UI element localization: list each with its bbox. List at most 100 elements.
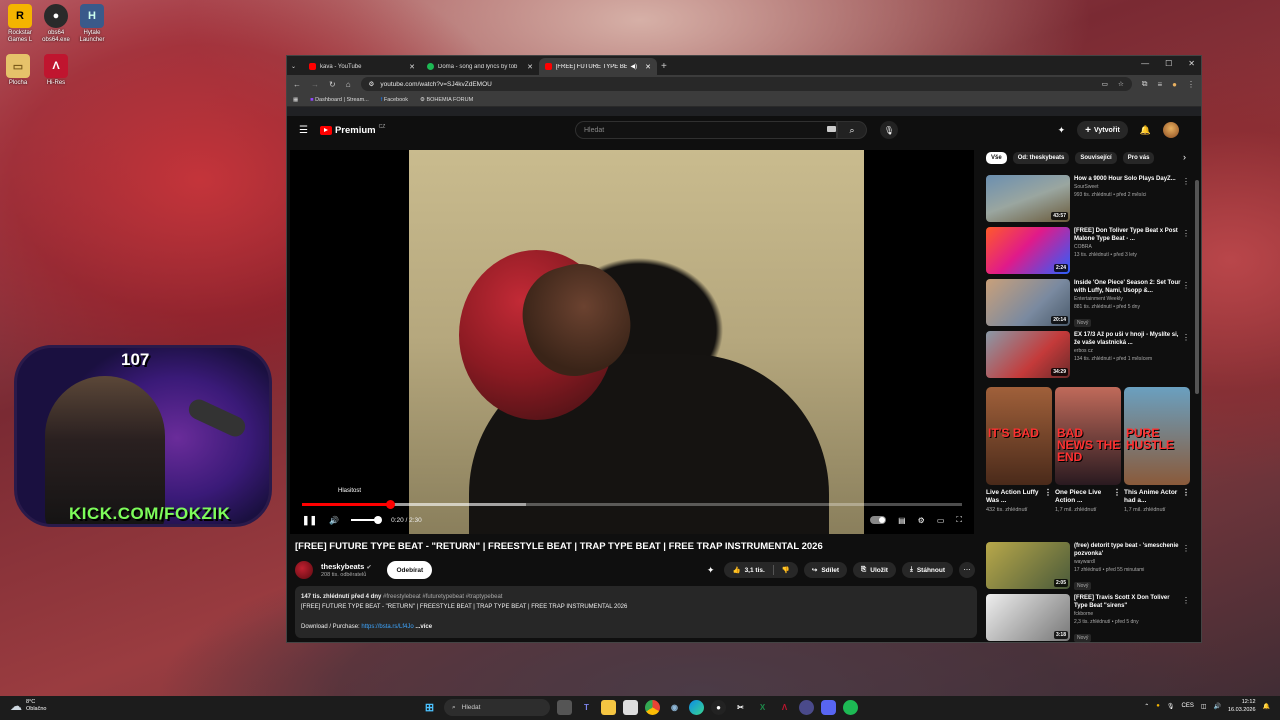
chip-from-channel[interactable]: Od: theskybeats <box>1012 152 1070 164</box>
purchase-link[interactable]: https://bsta.rs/Lf4Jo <box>361 624 413 630</box>
desktop-icon-hires[interactable]: Λ Hi-Res <box>38 54 74 87</box>
tab-spotify[interactable]: Doma - song and lyrics by tob ✕ <box>421 58 539 75</box>
recommendation-title[interactable]: (free) detorit type beat - 'smeschenie p… <box>1074 542 1182 558</box>
maximize-icon[interactable]: ☐ <box>1165 59 1172 68</box>
chip-related[interactable]: Související <box>1075 152 1117 164</box>
save-button[interactable]: ⎘ Uložit <box>853 562 896 578</box>
bookmark-facebook[interactable]: f Facebook <box>381 97 408 103</box>
recommendation-item[interactable]: 2:05 (free) detorit type beat - 'smeschen… <box>986 542 1192 592</box>
tab-free-future[interactable]: [FREE] FUTURE TYPE BEAT ◀) ✕ <box>539 58 657 75</box>
network-icon[interactable]: ◫ <box>1201 703 1207 710</box>
recommendation-title[interactable]: How a 9000 Hour Solo Plays DayZ... <box>1074 175 1182 183</box>
more-actions-button[interactable]: ⋯ <box>959 562 975 578</box>
recommendation-item[interactable]: 43:57 How a 9000 Hour Solo Plays DayZ... S… <box>986 175 1192 222</box>
unknown-app-icon[interactable] <box>799 700 814 715</box>
subscribe-button[interactable]: Odebírat <box>387 561 433 579</box>
weather-widget[interactable]: ☁ 8°C Oblačno <box>10 699 47 713</box>
more-options-icon[interactable]: ⋮ <box>1182 333 1190 342</box>
more-options-icon[interactable]: ⋮ <box>1182 281 1190 290</box>
search-input[interactable]: Hledat <box>575 121 837 139</box>
tab-kava[interactable]: kava - YouTube ✕ <box>303 58 421 75</box>
tray-mic-icon[interactable]: 🎙 <box>1167 703 1175 710</box>
desktop-icon-plocha[interactable]: ▭ Plocha <box>0 54 36 87</box>
volume-slider[interactable] <box>351 516 383 524</box>
more-options-icon[interactable]: ⋮ <box>1182 489 1190 505</box>
desktop-icon-hytale[interactable]: H Hytale Launcher <box>74 4 110 44</box>
short-thumbnail[interactable]: PURE HUSTLE <box>1124 387 1190 485</box>
excel-icon[interactable]: X <box>755 700 770 715</box>
video-thumbnail[interactable]: 34:29 <box>986 331 1070 378</box>
recommendation-title[interactable]: [FREE] Travis Scott X Don Toliver Type B… <box>1074 594 1182 610</box>
sparkle-icon[interactable]: ✦ <box>707 565 715 576</box>
video-thumbnail[interactable]: 3:18 <box>986 594 1070 641</box>
windows-start-icon[interactable]: ⊞ <box>422 700 437 715</box>
settings-icon[interactable]: ⚙ <box>918 516 925 525</box>
tab-menu-button[interactable]: ⌄ <box>287 58 303 75</box>
short-title[interactable]: This Anime Actor had a... <box>1124 489 1182 505</box>
recommendation-item[interactable]: 34:29 EX 17/3 Až po uši v hnoji - Myslíte… <box>986 331 1192 378</box>
subtitles-icon[interactable]: ▤ <box>898 516 906 525</box>
share-button[interactable]: ↪ Sdílet <box>803 562 848 578</box>
star-icon[interactable]: ☆ <box>1118 80 1124 88</box>
download-button[interactable]: ⤓ Stáhnout <box>901 562 953 578</box>
bookmark-dashboard[interactable]: ■ Dashboard | Stream... <box>310 97 369 103</box>
description-tags[interactable]: #freestylebeat #futuretypebeat #traptype… <box>383 594 502 600</box>
hamburger-menu-icon[interactable]: ☰ <box>299 125 308 136</box>
more-options-icon[interactable]: ⋮ <box>1182 544 1190 553</box>
progress-bar[interactable] <box>302 500 962 509</box>
recommendation-title[interactable]: EX 17/3 Až po uši v hnoji - Myslíte si, … <box>1074 331 1182 347</box>
speaker-icon[interactable]: ◀) <box>631 63 638 70</box>
video-thumbnail[interactable]: 43:57 <box>986 175 1070 222</box>
cast-extension-icon[interactable]: ✦ <box>1058 125 1066 136</box>
fullscreen-icon[interactable]: ⛶ <box>956 515 962 525</box>
chrome-icon[interactable] <box>645 700 660 715</box>
task-view-icon[interactable] <box>557 700 572 715</box>
recommendation-channel[interactable]: erbos cz <box>1074 348 1182 355</box>
profile-icon[interactable]: ● <box>1172 80 1177 89</box>
voice-search-button[interactable]: 🎙 <box>880 121 898 139</box>
short-item[interactable]: PURE HUSTLE This Anime Actor had a... ⋮ 1,7… <box>1124 387 1190 514</box>
scrubber-handle[interactable] <box>385 500 395 509</box>
short-thumbnail[interactable]: IT'S BAD <box>986 387 1052 485</box>
pause-icon[interactable]: ❚❚ <box>302 515 317 526</box>
keyboard-icon[interactable] <box>827 126 836 132</box>
cast-icon[interactable]: ▭ <box>1102 80 1108 88</box>
streamlabs-icon[interactable]: Λ <box>777 700 792 715</box>
steam-icon[interactable]: ◉ <box>667 700 682 715</box>
channel-name[interactable]: theskybeats ✔ <box>321 562 371 571</box>
apps-icon[interactable]: ▦ <box>293 97 298 103</box>
notification-icon[interactable]: 🔔 <box>1263 703 1270 710</box>
recommendation-channel[interactable]: Entertainment Weekly <box>1074 296 1182 303</box>
taskbar-search[interactable]: ⌕ Hledat <box>444 699 550 716</box>
short-thumbnail[interactable]: BAD NEWS THE END <box>1055 387 1121 485</box>
show-more-link[interactable]: ...více <box>415 624 432 630</box>
desktop-icon-obs[interactable]: ● obs64 obs64.exe <box>38 4 74 44</box>
recommendation-channel[interactable]: SourSweet <box>1074 184 1182 191</box>
edge-icon[interactable] <box>689 700 704 715</box>
obs-taskbar-icon[interactable]: ● <box>711 700 726 715</box>
capcut-icon[interactable]: ✂ <box>733 700 748 715</box>
more-options-icon[interactable]: ⋮ <box>1044 489 1052 505</box>
store-icon[interactable] <box>623 700 638 715</box>
more-options-icon[interactable]: ⋮ <box>1182 229 1190 238</box>
video-thumbnail[interactable]: 2:05 <box>986 542 1070 589</box>
recommendation-title[interactable]: Inside 'One Piece' Season 2: Set Tour wi… <box>1074 279 1182 295</box>
teams-icon[interactable]: T <box>579 700 594 715</box>
video-thumbnail[interactable]: 2:24 <box>986 227 1070 274</box>
recommendation-title[interactable]: [FREE] Don Toliver Type Beat x Post Malo… <box>1074 227 1182 243</box>
channel-avatar[interactable] <box>295 561 313 579</box>
site-info-icon[interactable]: ⚙ <box>369 80 375 88</box>
discord-icon[interactable] <box>821 700 836 715</box>
reload-icon[interactable]: ↻ <box>329 80 336 89</box>
close-icon[interactable]: ✕ <box>1188 59 1195 68</box>
video-thumbnail[interactable]: 20:14 <box>986 279 1070 326</box>
youtube-logo[interactable]: Premium CZ <box>319 124 385 136</box>
short-title[interactable]: One Piece Live Action ... <box>1055 489 1113 505</box>
chip-for-you[interactable]: Pro vás <box>1122 152 1155 164</box>
menu-icon[interactable]: ⋮ <box>1187 80 1195 89</box>
clock[interactable]: 12:12 16.03.2026 <box>1228 698 1256 714</box>
minimize-icon[interactable]: — <box>1141 59 1149 68</box>
back-icon[interactable]: ← <box>293 80 301 89</box>
chevron-up-icon[interactable]: ⌃ <box>1144 703 1149 710</box>
video-player[interactable]: Hlasitost ❚❚ 🔊 0:20 / 2:30 ▤ ⚙ ▭ ⛶ <box>290 150 974 534</box>
